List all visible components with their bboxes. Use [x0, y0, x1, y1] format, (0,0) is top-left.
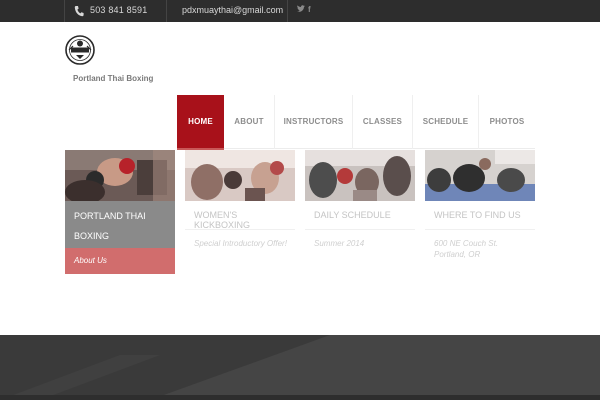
about-us-link-bar[interactable]: About Us	[65, 248, 175, 274]
facebook-icon[interactable]: f	[308, 5, 311, 14]
card-divider	[425, 229, 535, 230]
topbar-divider	[166, 0, 167, 22]
card-photo	[185, 150, 295, 201]
card-title[interactable]: WOMEN'S KICKBOXING	[194, 210, 295, 230]
card-daily-schedule[interactable]: DAILY SCHEDULE Summer 2014	[305, 150, 415, 248]
card-title[interactable]: DAILY SCHEDULE	[314, 210, 391, 220]
card-subtitle: Special Introductory Offer!	[194, 239, 287, 248]
nav-photos[interactable]: PHOTOS	[479, 95, 535, 149]
footer-background	[0, 335, 600, 400]
feature-about-block[interactable]: PORTLAND THAI BOXING About Us	[65, 150, 175, 274]
card-divider	[305, 229, 415, 230]
card-subtitle: 600 NE Couch St. Portland, OR	[434, 239, 499, 259]
site-name[interactable]: Portland Thai Boxing	[73, 74, 153, 83]
card-divider	[185, 229, 295, 230]
card-subtitle: Summer 2014	[314, 239, 365, 248]
top-bar: 503 841 8591 pdxmuaythai@gmail.com f	[0, 0, 600, 22]
feature-title[interactable]: PORTLAND THAI BOXING	[74, 206, 170, 246]
card-where-to-find-us[interactable]: WHERE TO FIND US 600 NE Couch St. Portla…	[425, 150, 535, 259]
main-nav: HOME ABOUT INSTRUCTORS CLASSES SCHEDULE …	[177, 95, 535, 150]
twitter-icon[interactable]	[297, 5, 305, 15]
phone-number[interactable]: 503 841 8591	[90, 5, 147, 15]
nav-classes[interactable]: CLASSES	[353, 95, 413, 149]
about-us-link[interactable]: About Us	[74, 256, 107, 265]
card-title[interactable]: WHERE TO FIND US	[434, 210, 521, 220]
feature-caption: PORTLAND THAI BOXING	[65, 201, 175, 248]
email-link[interactable]: pdxmuaythai@gmail.com	[182, 5, 283, 15]
footer	[0, 335, 600, 400]
feature-photo	[65, 150, 175, 201]
card-photo	[305, 150, 415, 201]
nav-instructors[interactable]: INSTRUCTORS	[275, 95, 353, 149]
nav-about[interactable]: ABOUT	[224, 95, 275, 149]
card-photo	[425, 150, 535, 201]
topbar-divider	[64, 0, 65, 22]
nav-home[interactable]: HOME	[177, 95, 224, 150]
nav-schedule[interactable]: SCHEDULE	[413, 95, 479, 149]
topbar-divider	[287, 0, 288, 22]
card-womens-kickboxing[interactable]: WOMEN'S KICKBOXING Special Introductory …	[185, 150, 295, 248]
phone-icon	[74, 6, 84, 17]
logo-emblem-icon[interactable]	[64, 34, 96, 66]
